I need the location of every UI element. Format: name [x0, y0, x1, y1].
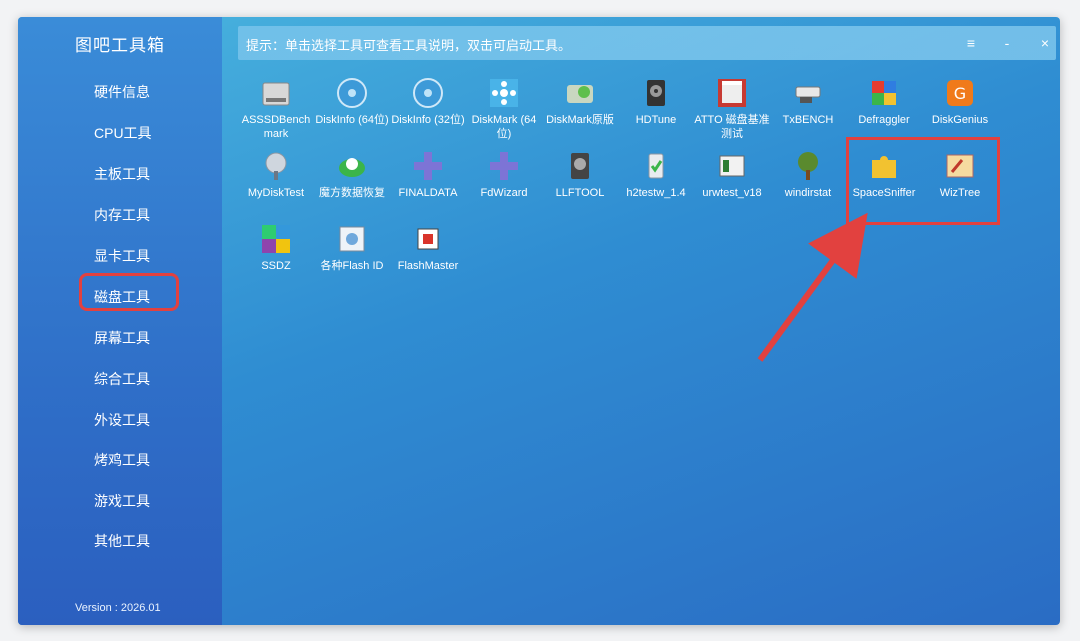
app-window: 图吧工具箱 硬件信息 CPU工具 主板工具 内存工具 显卡工具 磁盘工具 屏幕工… — [18, 17, 1060, 625]
annotation-arrow-icon — [757, 212, 868, 362]
